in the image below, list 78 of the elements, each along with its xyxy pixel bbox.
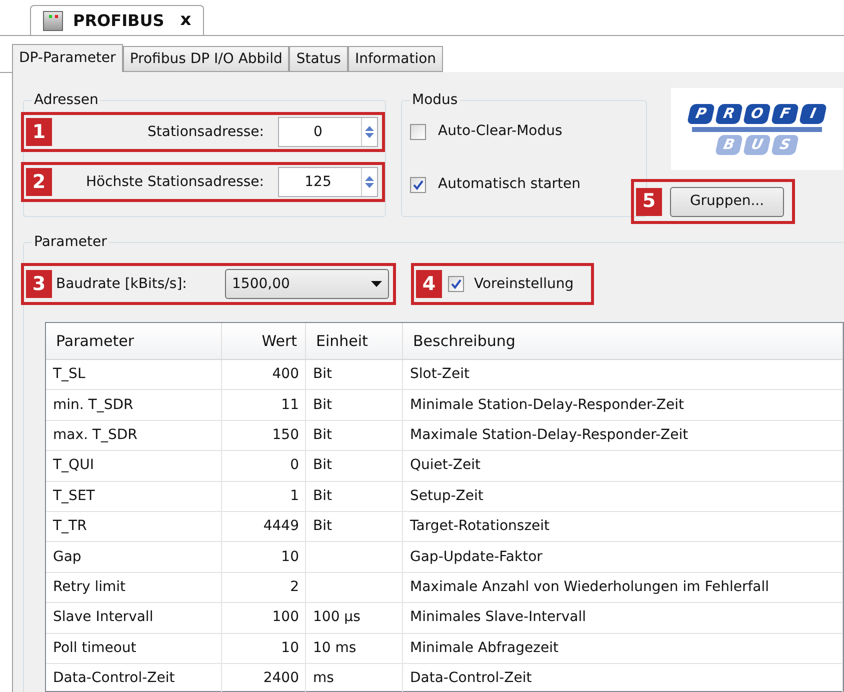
table-cell-text: Minimale Abfragezeit <box>410 638 558 658</box>
device-icon <box>43 10 63 30</box>
up-arrow-icon[interactable] <box>365 126 374 131</box>
document-tab[interactable]: PROFIBUS x <box>30 5 204 35</box>
field-label: Stationsadresse: <box>146 122 265 142</box>
table-cell-text: Bit <box>313 365 332 384</box>
tab-title: PROFIBUS <box>73 10 164 32</box>
column-header[interactable]: Beschreibung <box>403 323 843 359</box>
table-cell-text: Bit <box>313 426 332 445</box>
table-cell-text: Quiet-Zeit <box>410 456 481 476</box>
spin-field[interactable]: 0 <box>278 117 378 147</box>
caret-icon <box>371 281 382 287</box>
table-cell-text: Data-Control-Zeit <box>53 669 175 688</box>
table-cell-text: Bit <box>313 396 332 415</box>
tab[interactable]: DP-Parameter <box>12 44 123 73</box>
table-cell-text: Data-Control-Zeit <box>410 669 532 688</box>
tab[interactable]: Information <box>348 46 444 72</box>
table-cell-text: Bit <box>313 517 332 536</box>
column-header[interactable]: Wert <box>222 323 306 359</box>
field-label: Baudrate [kBits/s]: <box>56 274 188 294</box>
table-cell-text: 10 <box>281 548 299 567</box>
table-cell-text: 0 <box>290 456 299 476</box>
table-cell-text: Retry limit <box>53 578 126 597</box>
callout-number: 2 <box>26 168 52 196</box>
spin-field[interactable]: 125 <box>278 167 378 197</box>
table-cell-text: 4449 <box>263 517 299 536</box>
table-cell-text: Slave Intervall <box>53 608 154 628</box>
table-cell-text: Maximale Station-Delay-Responder-Zeit <box>410 426 688 445</box>
table-cell-text: 2400 <box>263 669 299 688</box>
table-cell-text: Slot-Zeit <box>410 365 470 384</box>
table-cell-text: Bit <box>313 486 332 506</box>
callout-number: 3 <box>26 270 52 298</box>
table-cell-text: 150 <box>272 426 299 445</box>
table-cell-text: Minimale Station-Delay-Responder-Zeit <box>410 396 684 415</box>
baudrate-dropdown[interactable]: 1500,00 <box>225 269 389 299</box>
checkbox-label: Voreinstellung <box>474 274 574 294</box>
groups-button[interactable]: Gruppen... <box>670 186 784 216</box>
table-cell-text: max. T_SDR <box>53 426 138 445</box>
field-label: Höchste Stationsadresse: <box>84 172 265 192</box>
table-cell-text: T_TR <box>53 517 87 536</box>
table-cell-text: 10 ms <box>313 638 356 658</box>
tab[interactable]: Status <box>289 46 348 72</box>
tab[interactable]: Profibus DP I/O Abbild <box>122 46 290 72</box>
column-header[interactable]: Parameter <box>46 323 222 359</box>
table-cell-text: Setup-Zeit <box>410 486 484 506</box>
table-cell-text: 100 <box>272 608 299 628</box>
table-cell-text: T_SL <box>53 365 86 384</box>
table-cell-text: Bit <box>313 456 332 476</box>
checkbox[interactable] <box>410 124 426 140</box>
checkbox[interactable] <box>448 276 464 292</box>
callout-number: 5 <box>636 188 662 216</box>
up-arrow-icon[interactable] <box>365 176 374 181</box>
table-cell-text: ms <box>313 669 334 688</box>
close-icon[interactable]: x <box>180 8 192 34</box>
table-cell-text: T_QUI <box>53 456 94 476</box>
table-cell-text: Maximale Anzahl von Wiederholungen im Fehlerfall <box>410 578 770 597</box>
table-cell-text: min. T_SDR <box>53 396 134 415</box>
profibus-logo: P R O F I B U S <box>671 88 843 170</box>
table-cell-text: 1 <box>290 486 299 506</box>
callout-number: 1 <box>26 118 52 146</box>
column-header[interactable]: Einheit <box>306 323 403 359</box>
table-cell-text: 400 <box>272 365 299 384</box>
checkbox[interactable] <box>410 176 426 192</box>
table-cell-text: 11 <box>281 396 299 415</box>
table-cell-text: T_SET <box>53 486 95 506</box>
down-arrow-icon[interactable] <box>365 183 374 188</box>
table-cell-text: Target-Rotationszeit <box>410 517 550 536</box>
table-cell-text: 10 <box>281 638 299 658</box>
table-cell-text: Gap-Update-Faktor <box>410 548 542 567</box>
callout-number: 4 <box>416 270 442 298</box>
table-cell-text: Minimales Slave-Intervall <box>410 608 586 628</box>
table-cell-text: Poll timeout <box>53 638 136 658</box>
down-arrow-icon[interactable] <box>365 133 374 138</box>
table-cell-text: 100 µs <box>313 608 360 628</box>
table-cell-text: Gap <box>53 548 82 567</box>
checkbox-label: Auto-Clear-Modus <box>438 122 562 141</box>
table-cell-text: 2 <box>290 578 299 597</box>
checkbox-label: Automatisch starten <box>438 175 581 194</box>
